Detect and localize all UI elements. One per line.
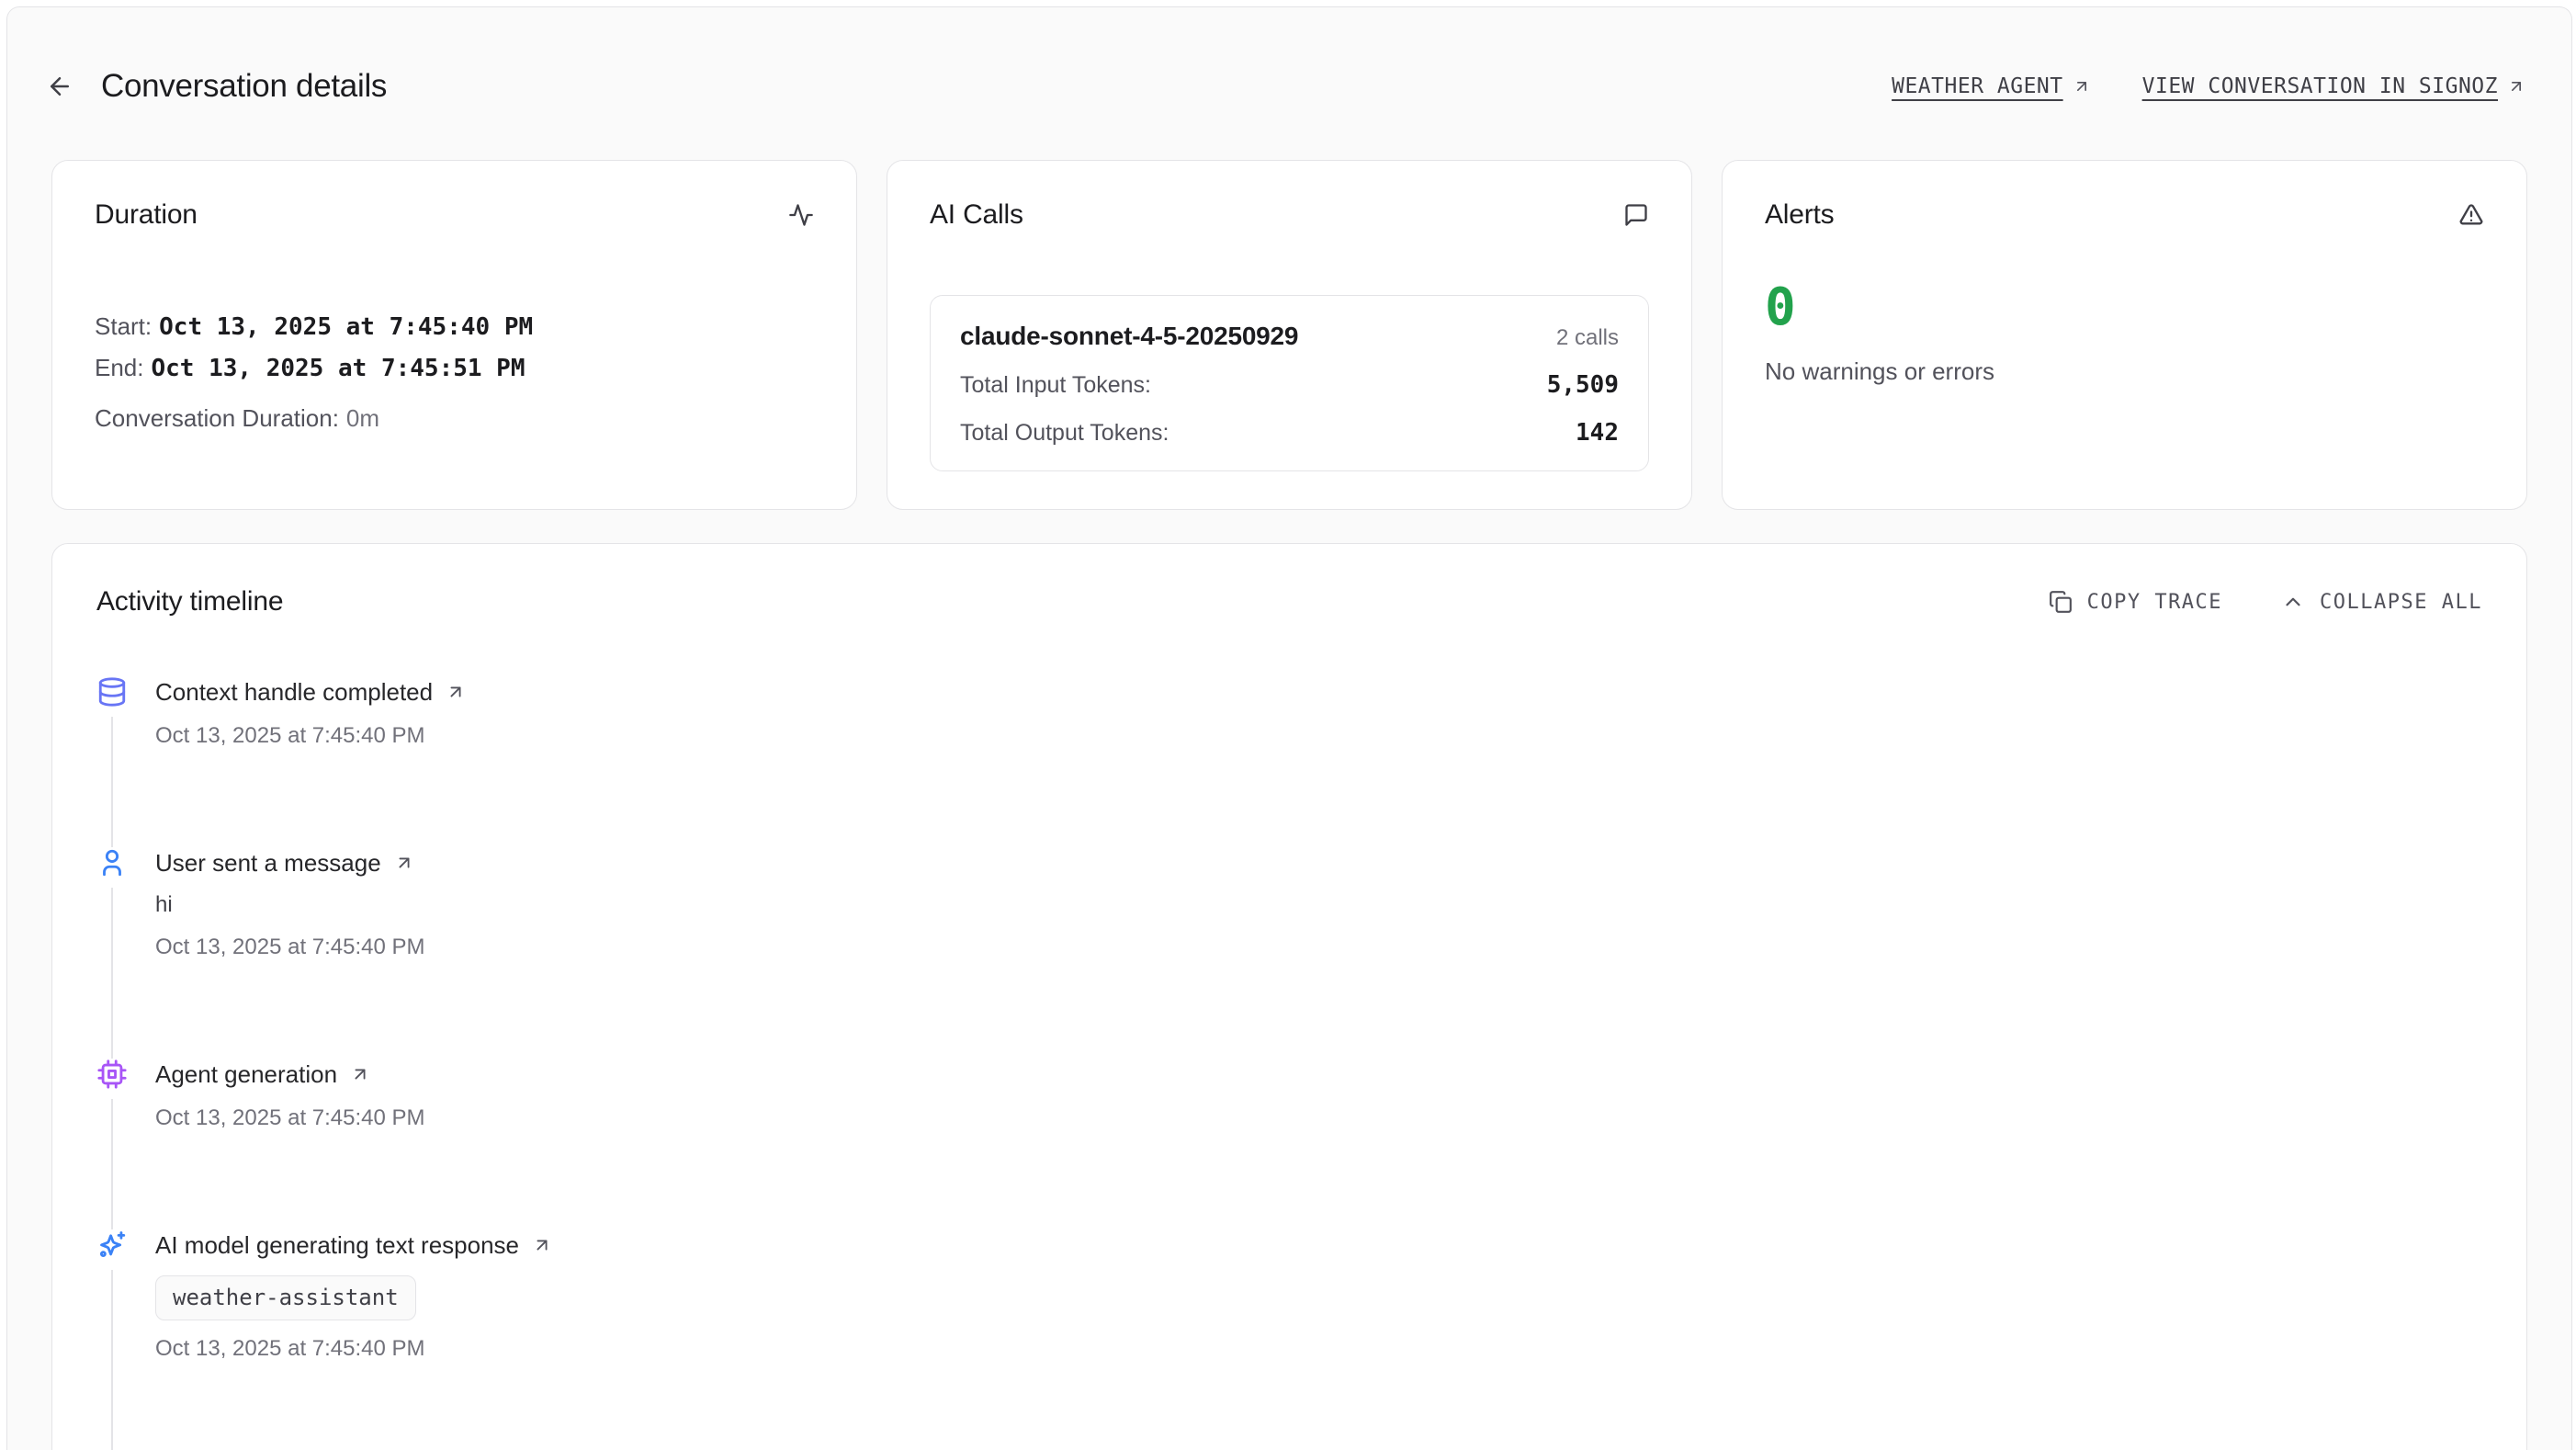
header-links: WEATHER AGENT VIEW CONVERSATION IN SIGNO… (1892, 74, 2525, 98)
alerts-card: Alerts 0 No warnings or errors (1722, 160, 2527, 510)
start-label: Start: (95, 312, 152, 340)
ai-calls-card-title: AI Calls (930, 199, 1023, 231)
timeline-item-title: User sent a message (155, 847, 381, 878)
back-button[interactable] (46, 71, 77, 102)
model-calls-count: 2 calls (1556, 325, 1619, 351)
message-square-icon (1623, 202, 1649, 228)
arrow-up-right-icon (532, 1235, 552, 1255)
ai-calls-card: AI Calls claude-sonnet-4-5-20250929 2 ca… (887, 160, 1692, 510)
timeline-list: Context handle completed Oct 13, 2025 at … (96, 676, 2482, 1450)
triangle-alert-icon (2458, 202, 2484, 228)
weather-agent-link[interactable]: WEATHER AGENT (1892, 74, 2091, 98)
end-value: Oct 13, 2025 at 7:45:51 PM (152, 355, 525, 382)
timeline-item-link[interactable]: User sent a message (155, 847, 425, 878)
output-tokens-value: 142 (1576, 419, 1619, 447)
cpu-icon (96, 1059, 128, 1090)
arrow-up-right-icon (2507, 77, 2525, 96)
collapse-all-button[interactable]: COLLAPSE ALL (2281, 590, 2482, 614)
model-usage-box: claude-sonnet-4-5-20250929 2 calls Total… (930, 295, 1649, 471)
conversation-details-page: Conversation details WEATHER AGENT VIEW … (6, 6, 2572, 1450)
page-title: Conversation details (101, 68, 387, 105)
timeline-connector (111, 1270, 113, 1450)
activity-timeline-title: Activity timeline (96, 586, 283, 617)
alerts-count: 0 (1765, 282, 2484, 334)
timeline-item: Context handle completed Oct 13, 2025 at … (96, 676, 2482, 847)
conversation-duration-label: Conversation Duration: (95, 404, 339, 432)
end-label: End: (95, 354, 144, 381)
timeline-item: User sent a message hi Oct 13, 2025 at 7:4… (96, 847, 2482, 1059)
timeline-item-link[interactable]: AI model generating text response (155, 1229, 552, 1261)
chevron-up-icon (2281, 590, 2305, 614)
input-tokens-label: Total Input Tokens: (960, 372, 1151, 399)
timeline-item-title: AI model generating text response (155, 1229, 519, 1261)
weather-agent-link-label: WEATHER AGENT (1892, 74, 2063, 98)
timeline-connector (111, 888, 113, 1059)
duration-end-row: End: Oct 13, 2025 at 7:45:51 PM (95, 347, 814, 389)
timeline-item-timestamp: Oct 13, 2025 at 7:45:40 PM (155, 1103, 425, 1134)
conversation-duration-row: Conversation Duration:0m (95, 398, 814, 438)
copy-icon (2049, 590, 2073, 614)
sparkles-icon (96, 1229, 128, 1261)
timeline-item-timestamp: Oct 13, 2025 at 7:45:40 PM (155, 720, 466, 752)
timeline-item-timestamp: Oct 13, 2025 at 7:45:40 PM (155, 932, 425, 963)
timeline-item-title: Context handle completed (155, 676, 433, 708)
conversation-duration-value: 0m (346, 404, 379, 432)
alerts-message: No warnings or errors (1765, 357, 2484, 386)
copy-trace-button[interactable]: COPY TRACE (2049, 590, 2222, 614)
arrow-up-right-icon (2073, 77, 2091, 96)
view-conversation-in-signoz-link[interactable]: VIEW CONVERSATION IN SIGNOZ (2142, 74, 2525, 98)
alerts-card-title: Alerts (1765, 199, 1835, 231)
timeline-rail (96, 1229, 128, 1450)
model-name: claude-sonnet-4-5-20250929 (960, 322, 1298, 351)
duration-start-row: Start:Oct 13, 2025 at 7:45:40 PM (95, 306, 814, 347)
timeline-item: AI model generating text response weather… (96, 1229, 2482, 1450)
page-header: Conversation details WEATHER AGENT VIEW … (7, 7, 2571, 156)
copy-trace-label: COPY TRACE (2087, 591, 2222, 614)
timeline-connector (111, 717, 113, 847)
timeline-item-link[interactable]: Agent generation (155, 1059, 425, 1090)
activity-timeline-panel: Activity timeline COPY TRACE COLLAPSE AL… (51, 543, 2527, 1450)
collapse-all-label: COLLAPSE ALL (2320, 591, 2482, 614)
timeline-item-body: hi (155, 891, 425, 919)
timeline-item-link[interactable]: Context handle completed (155, 676, 466, 708)
timeline-rail (96, 1059, 128, 1229)
timeline-connector (111, 1099, 113, 1229)
timeline-item: Agent generation Oct 13, 2025 at 7:45:40 … (96, 1059, 2482, 1229)
user-icon (96, 847, 128, 878)
database-icon (96, 676, 128, 708)
timeline-item-timestamp: Oct 13, 2025 at 7:45:40 PM (155, 1333, 552, 1365)
arrow-left-icon (46, 73, 73, 100)
timeline-rail (96, 847, 128, 1059)
activity-icon (788, 202, 814, 228)
duration-card-title: Duration (95, 199, 198, 231)
view-conversation-link-label: VIEW CONVERSATION IN SIGNOZ (2142, 74, 2498, 98)
input-tokens-value: 5,509 (1547, 371, 1619, 399)
arrow-up-right-icon (350, 1064, 370, 1084)
timeline-item-badge: weather-assistant (155, 1275, 416, 1320)
duration-card: Duration Start:Oct 13, 2025 at 7:45:40 P… (51, 160, 857, 510)
timeline-rail (96, 676, 128, 847)
output-tokens-label: Total Output Tokens: (960, 420, 1169, 447)
start-value: Oct 13, 2025 at 7:45:40 PM (159, 313, 533, 341)
timeline-item-title: Agent generation (155, 1059, 337, 1090)
summary-cards: Duration Start:Oct 13, 2025 at 7:45:40 P… (7, 156, 2571, 510)
arrow-up-right-icon (446, 682, 466, 702)
arrow-up-right-icon (394, 853, 414, 873)
